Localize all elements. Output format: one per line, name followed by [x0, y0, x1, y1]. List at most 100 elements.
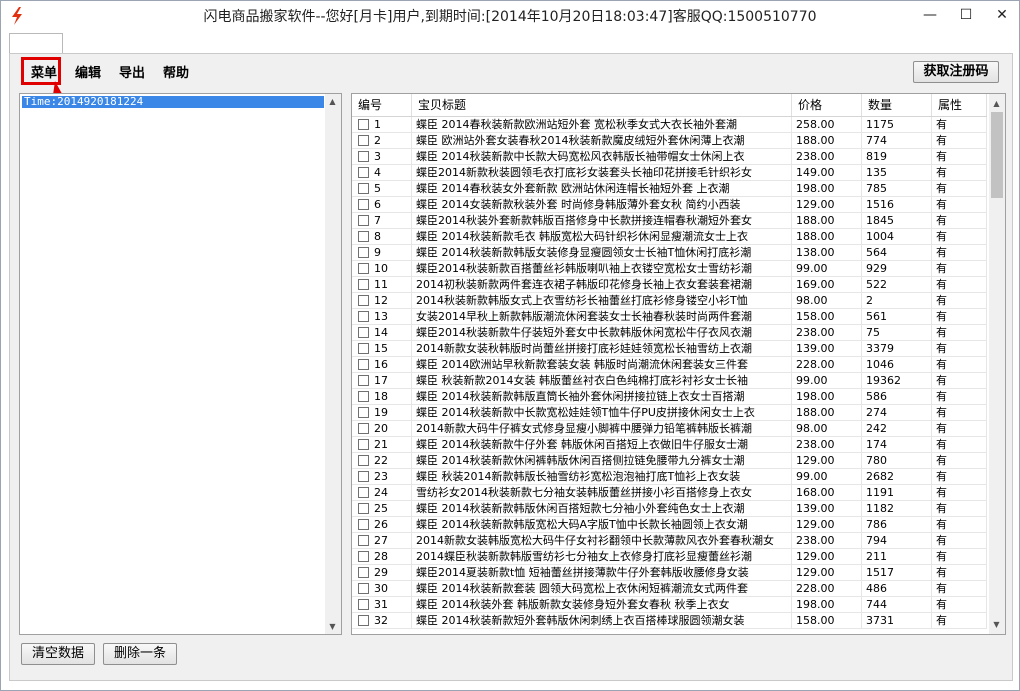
- row-title: 蝶臣2014秋装新款牛仔装短外套女中长款韩版休闲宽松牛仔衣风衣潮: [412, 325, 792, 341]
- row-price: 129.00: [792, 197, 862, 213]
- row-attribute: 有: [932, 213, 987, 229]
- row-title: 蝶臣 2014秋装新款韩版休闲百搭短款七分袖小外套纯色女士上衣潮: [412, 501, 792, 517]
- grid-scrollbar[interactable]: ▲ ▼: [989, 94, 1005, 634]
- table-row[interactable]: 32 蝶臣 2014秋装新款短外套韩版休闲刺绣上衣百搭棒球服圆领潮女装 158.00…: [352, 613, 987, 629]
- row-price: 99.00: [792, 469, 862, 485]
- table-row[interactable]: 8 蝶臣 2014秋装新款毛衣 韩版宽松大码针织衫休闲显瘦潮流女士上衣 188.00…: [352, 229, 987, 245]
- column-header-attribute[interactable]: 属性: [932, 94, 987, 116]
- row-attribute: 有: [932, 117, 987, 133]
- row-title: 蝶臣 2014春秋装新款欧洲站短外套 宽松秋季女式大衣长袖外套潮: [412, 117, 792, 133]
- table-row[interactable]: 19 蝶臣 2014秋装新款中长款宽松娃娃领T恤牛仔PU皮拼接休闲女士上衣 188.…: [352, 405, 987, 421]
- table-row[interactable]: 9 蝶臣 2014秋装新款韩版女装修身显瘦圆领女士长袖T恤休闲打底衫潮 138.00…: [352, 245, 987, 261]
- table-row[interactable]: 11 2014初秋装新款两件套连衣裙子韩版印花修身长袖上衣女套装套裙潮 169.00…: [352, 277, 987, 293]
- table-row[interactable]: 2 蝶臣 欧洲站外套女装春秋2014秋装新款魔皮绒短外套休闲薄上衣潮 188.00 7…: [352, 133, 987, 149]
- row-quantity: 1191: [862, 485, 932, 501]
- row-title: 2014初秋装新款两件套连衣裙子韩版印花修身长袖上衣女套装套裙潮: [412, 277, 792, 293]
- scroll-up-icon[interactable]: ▲: [989, 96, 1004, 111]
- minimize-button[interactable]: —: [913, 3, 947, 27]
- row-title: 蝶臣 秋装2014新款韩版长袖雪纺衫宽松泡泡袖打底T恤衫上衣女装: [412, 469, 792, 485]
- product-grid: 编号 宝贝标题 价格 数量 属性 1 蝶臣 2014春秋装新款欧洲站短外套 宽松秋…: [351, 93, 1006, 635]
- clear-data-button[interactable]: 清空数据: [21, 643, 95, 665]
- row-title: 2014新款女装秋韩版时尚蕾丝拼接打底衫娃娃领宽松长袖雪纺上衣潮: [412, 341, 792, 357]
- column-header-title[interactable]: 宝贝标题: [412, 94, 792, 116]
- scroll-down-icon[interactable]: ▼: [989, 617, 1004, 632]
- row-quantity: 1517: [862, 565, 932, 581]
- row-price: 158.00: [792, 613, 862, 629]
- table-row[interactable]: 4 蝶臣2014新款秋装圆领毛衣打底衫女装套头长袖印花拼接毛针织衫女 149.00 1…: [352, 165, 987, 181]
- grid-header: 编号 宝贝标题 价格 数量 属性: [352, 94, 987, 117]
- table-row[interactable]: 20 2014新款大码牛仔裤女式修身显瘦小脚裤中腰弹力铅笔裤韩版长裤潮 98.00 2…: [352, 421, 987, 437]
- row-number: 10: [352, 261, 412, 277]
- left-scrollbar[interactable]: ▲ ▼: [325, 94, 341, 634]
- tab-main[interactable]: [9, 33, 63, 54]
- table-row[interactable]: 15 2014新款女装秋韩版时尚蕾丝拼接打底衫娃娃领宽松长袖雪纺上衣潮 139.00…: [352, 341, 987, 357]
- table-row[interactable]: 28 2014蝶臣秋装新款韩版雪纺衫七分袖女上衣修身打底衫显瘦蕾丝衫潮 129.00…: [352, 549, 987, 565]
- table-row[interactable]: 18 蝶臣 2014秋装新款韩版直筒长袖外套休闲拼接拉链上衣女士百搭潮 198.00…: [352, 389, 987, 405]
- row-title: 蝶臣2014秋装新款百搭蕾丝衫韩版喇叭袖上衣镂空宽松女士雪纺衫潮: [412, 261, 792, 277]
- row-attribute: 有: [932, 277, 987, 293]
- table-row[interactable]: 13 女装2014早秋上新款韩版潮流休闲套装女士长袖春秋装时尚两件套潮 158.00…: [352, 309, 987, 325]
- table-row[interactable]: 5 蝶臣 2014春秋装女外套新款 欧洲站休闲连帽长袖短外套 上衣潮 198.00 7…: [352, 181, 987, 197]
- get-register-code-button[interactable]: 获取注册码: [913, 61, 999, 83]
- row-attribute: 有: [932, 245, 987, 261]
- row-quantity: 75: [862, 325, 932, 341]
- table-row[interactable]: 14 蝶臣2014秋装新款牛仔装短外套女中长款韩版休闲宽松牛仔衣风衣潮 238.00…: [352, 325, 987, 341]
- row-price: 188.00: [792, 133, 862, 149]
- row-number: 13: [352, 309, 412, 325]
- row-price: 98.00: [792, 421, 862, 437]
- row-quantity: 780: [862, 453, 932, 469]
- table-row[interactable]: 27 2014新款女装韩版宽松大码牛仔女衬衫翻领中长款薄款风衣外套春秋潮女 238.…: [352, 533, 987, 549]
- maximize-button[interactable]: ☐: [949, 3, 983, 27]
- time-list[interactable]: Time:2014920181224 ▲ ▼: [19, 93, 342, 635]
- table-row[interactable]: 22 蝶臣 2014秋装新款休闲裤韩版休闲百搭侧拉链免腰带九分裤女士潮 129.00…: [352, 453, 987, 469]
- list-item[interactable]: Time:2014920181224: [22, 96, 324, 108]
- row-price: 168.00: [792, 485, 862, 501]
- table-row[interactable]: 24 雪纺衫女2014秋装新款七分袖女装韩版蕾丝拼接小衫百搭修身上衣女 168.00…: [352, 485, 987, 501]
- column-header-quantity[interactable]: 数量: [862, 94, 932, 116]
- row-title: 雪纺衫女2014秋装新款七分袖女装韩版蕾丝拼接小衫百搭修身上衣女: [412, 485, 792, 501]
- row-title: 蝶臣 2014秋装新款毛衣 韩版宽松大码针织衫休闲显瘦潮流女士上衣: [412, 229, 792, 245]
- delete-one-button[interactable]: 删除一条: [103, 643, 177, 665]
- row-price: 198.00: [792, 389, 862, 405]
- scroll-down-icon[interactable]: ▼: [325, 619, 340, 634]
- row-title: 蝶臣 2014秋装新款套装 圆领大码宽松上衣休闲短裤潮流女式两件套: [412, 581, 792, 597]
- menu-item-export[interactable]: 导出: [119, 61, 145, 89]
- row-quantity: 522: [862, 277, 932, 293]
- row-title: 蝶臣 2014欧洲站早秋新款套装女装 韩版时尚潮流休闲套装女三件套: [412, 357, 792, 373]
- close-button[interactable]: ✕: [985, 3, 1019, 27]
- row-number: 1: [352, 117, 412, 133]
- column-header-number[interactable]: 编号: [352, 94, 412, 116]
- menu-item-help[interactable]: 帮助: [163, 61, 189, 89]
- scroll-thumb[interactable]: [991, 112, 1003, 198]
- table-row[interactable]: 21 蝶臣 2014秋装新款牛仔外套 韩版休闲百搭短上衣做旧牛仔服女士潮 238.0…: [352, 437, 987, 453]
- row-price: 198.00: [792, 597, 862, 613]
- table-row[interactable]: 7 蝶臣2014秋装外套新款韩版百搭修身中长款拼接连帽春秋潮短外套女 188.00 1…: [352, 213, 987, 229]
- table-row[interactable]: 6 蝶臣 2014女装新款秋装外套 时尚修身韩版薄外套女秋 简约小西装 129.00…: [352, 197, 987, 213]
- row-price: 129.00: [792, 517, 862, 533]
- table-row[interactable]: 23 蝶臣 秋装2014新款韩版长袖雪纺衫宽松泡泡袖打底T恤衫上衣女装 99.00 2…: [352, 469, 987, 485]
- table-row[interactable]: 31 蝶臣 2014秋装外套 韩版新款女装修身短外套女春秋 秋季上衣女 198.00…: [352, 597, 987, 613]
- table-row[interactable]: 17 蝶臣 秋装新款2014女装 韩版蕾丝衬衣白色纯棉打底衫衬衫女士长袖 99.00…: [352, 373, 987, 389]
- column-header-price[interactable]: 价格: [792, 94, 862, 116]
- table-row[interactable]: 16 蝶臣 2014欧洲站早秋新款套装女装 韩版时尚潮流休闲套装女三件套 228.0…: [352, 357, 987, 373]
- row-quantity: 19362: [862, 373, 932, 389]
- row-number: 12: [352, 293, 412, 309]
- table-row[interactable]: 29 蝶臣2014夏装新款t恤 短袖蕾丝拼接薄款牛仔外套韩版收腰修身女装 129.0…: [352, 565, 987, 581]
- table-row[interactable]: 12 2014秋装新款韩版女式上衣雪纺衫长袖蕾丝打底衫修身镂空小衫T恤 98.00 2…: [352, 293, 987, 309]
- row-number: 8: [352, 229, 412, 245]
- table-row[interactable]: 1 蝶臣 2014春秋装新款欧洲站短外套 宽松秋季女式大衣长袖外套潮 258.00 1…: [352, 117, 987, 133]
- row-title: 蝶臣 2014秋装新款牛仔外套 韩版休闲百搭短上衣做旧牛仔服女士潮: [412, 437, 792, 453]
- row-number: 16: [352, 357, 412, 373]
- row-price: 238.00: [792, 437, 862, 453]
- row-attribute: 有: [932, 469, 987, 485]
- row-title: 2014蝶臣秋装新款韩版雪纺衫七分袖女上衣修身打底衫显瘦蕾丝衫潮: [412, 549, 792, 565]
- scroll-up-icon[interactable]: ▲: [325, 94, 340, 109]
- row-attribute: 有: [932, 421, 987, 437]
- table-row[interactable]: 25 蝶臣 2014秋装新款韩版休闲百搭短款七分袖小外套纯色女士上衣潮 139.00…: [352, 501, 987, 517]
- row-attribute: 有: [932, 501, 987, 517]
- row-quantity: 794: [862, 533, 932, 549]
- table-row[interactable]: 10 蝶臣2014秋装新款百搭蕾丝衫韩版喇叭袖上衣镂空宽松女士雪纺衫潮 99.00 9…: [352, 261, 987, 277]
- table-row[interactable]: 3 蝶臣 2014秋装新款中长款大码宽松风衣韩版长袖带帽女士休闲上衣 238.00 8…: [352, 149, 987, 165]
- table-row[interactable]: 26 蝶臣 2014秋装新款韩版宽松大码A字版T恤中长款长袖圆领上衣女潮 129.0…: [352, 517, 987, 533]
- table-row[interactable]: 30 蝶臣 2014秋装新款套装 圆领大码宽松上衣休闲短裤潮流女式两件套 228.0…: [352, 581, 987, 597]
